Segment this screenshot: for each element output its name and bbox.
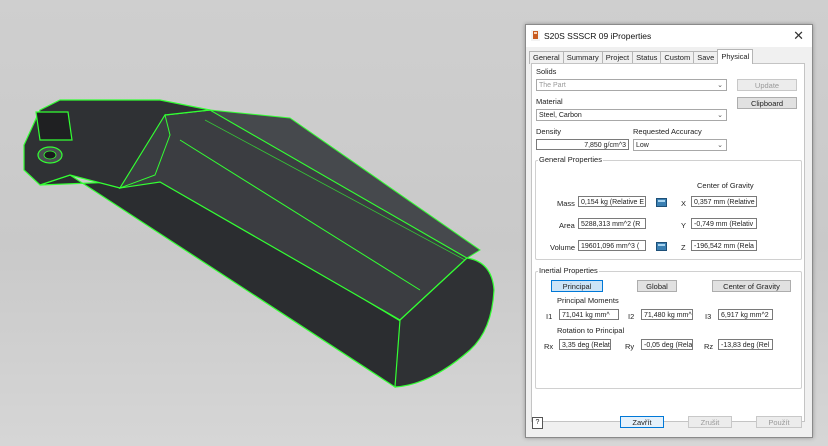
material-select[interactable]: Steel, Carbon ⌄ xyxy=(536,109,727,121)
material-value: Steel, Carbon xyxy=(539,112,582,119)
physical-panel: Solids The Part ⌄ Update Clipboard Mater… xyxy=(531,63,805,422)
i1-field[interactable]: 71,041 kg mm^ xyxy=(559,309,619,320)
tab-physical[interactable]: Physical xyxy=(717,49,754,64)
calculator-icon[interactable] xyxy=(656,198,667,207)
volume-label: Volume xyxy=(550,243,576,252)
chevron-down-icon: ⌄ xyxy=(717,142,723,149)
principal-button[interactable]: Principal xyxy=(551,280,603,292)
update-button[interactable]: Update xyxy=(737,79,797,91)
accuracy-label: Requested Accuracy xyxy=(633,127,702,136)
chevron-down-icon: ⌄ xyxy=(717,112,723,119)
solids-label: Solids xyxy=(536,67,557,76)
clipboard-button[interactable]: Clipboard xyxy=(737,97,797,109)
tool-holder-model xyxy=(23,99,495,389)
general-properties-group xyxy=(535,160,802,260)
inertial-properties-title: Inertial Properties xyxy=(538,266,599,275)
dialog-title: S20S SSSCR 09 iProperties xyxy=(544,31,652,41)
solids-value: The Part xyxy=(539,82,566,89)
solids-select[interactable]: The Part ⌄ xyxy=(536,79,727,91)
x-label: X xyxy=(681,199,687,208)
help-icon[interactable]: ? xyxy=(532,417,543,429)
i2-field[interactable]: 71,480 kg mm^ xyxy=(641,309,693,320)
rx-field[interactable]: 3,35 deg (Relat xyxy=(559,339,611,350)
mass-field[interactable]: 0,154 kg (Relative E xyxy=(578,196,646,207)
cancel-button[interactable]: Zrušit xyxy=(688,416,732,428)
cog-z-field[interactable]: -196,542 mm (Rela xyxy=(691,240,757,251)
center-of-gravity-button[interactable]: Center of Gravity xyxy=(712,280,791,292)
y-label: Y xyxy=(681,221,687,230)
material-label: Material xyxy=(536,97,563,106)
global-button[interactable]: Global xyxy=(637,280,677,292)
density-label: Density xyxy=(536,127,562,136)
i2-label: I2 xyxy=(628,312,635,321)
general-properties-title: General Properties xyxy=(538,155,603,164)
density-field[interactable]: 7,850 g/cm^3 xyxy=(536,139,629,150)
apply-button[interactable]: Použít xyxy=(756,416,802,428)
rz-field[interactable]: -13,83 deg (Rel xyxy=(718,339,773,350)
center-of-gravity-label: Center of Gravity xyxy=(697,181,754,190)
area-label: Area xyxy=(559,221,575,230)
chevron-down-icon: ⌄ xyxy=(717,82,723,89)
i3-field[interactable]: 6,917 kg mm^2 xyxy=(718,309,773,320)
iproperties-dialog: S20S SSSCR 09 iProperties ✕ General Summ… xyxy=(525,24,813,438)
tab-bar: General Summary Project Status Custom Sa… xyxy=(529,49,754,64)
title-bar: S20S SSSCR 09 iProperties ✕ xyxy=(526,25,812,47)
model-viewport[interactable] xyxy=(0,0,525,446)
i3-label: I3 xyxy=(705,312,712,321)
inventor-app-icon xyxy=(531,30,540,41)
principal-moments-label: Principal Moments xyxy=(557,296,619,305)
close-icon[interactable]: ✕ xyxy=(793,28,804,44)
ry-label: Ry xyxy=(625,342,635,351)
mass-label: Mass xyxy=(557,199,575,208)
accuracy-select[interactable]: Low ⌄ xyxy=(633,139,727,151)
volume-field[interactable]: 19601,096 mm^3 ( xyxy=(578,240,646,251)
rotation-to-principal-label: Rotation to Principal xyxy=(557,326,625,335)
rx-label: Rx xyxy=(544,342,554,351)
z-label: Z xyxy=(681,243,686,252)
ry-field[interactable]: -0,05 deg (Rela xyxy=(641,339,693,350)
accuracy-value: Low xyxy=(636,142,649,149)
calculator-icon[interactable] xyxy=(656,242,667,251)
area-field[interactable]: 5288,313 mm^2 (R xyxy=(578,218,646,229)
close-button[interactable]: Zavřít xyxy=(620,416,664,428)
cog-y-field[interactable]: -0,749 mm (Relativ xyxy=(691,218,757,229)
i1-label: I1 xyxy=(546,312,553,321)
rz-label: Rz xyxy=(704,342,714,351)
cog-x-field[interactable]: 0,357 mm (Relative xyxy=(691,196,757,207)
